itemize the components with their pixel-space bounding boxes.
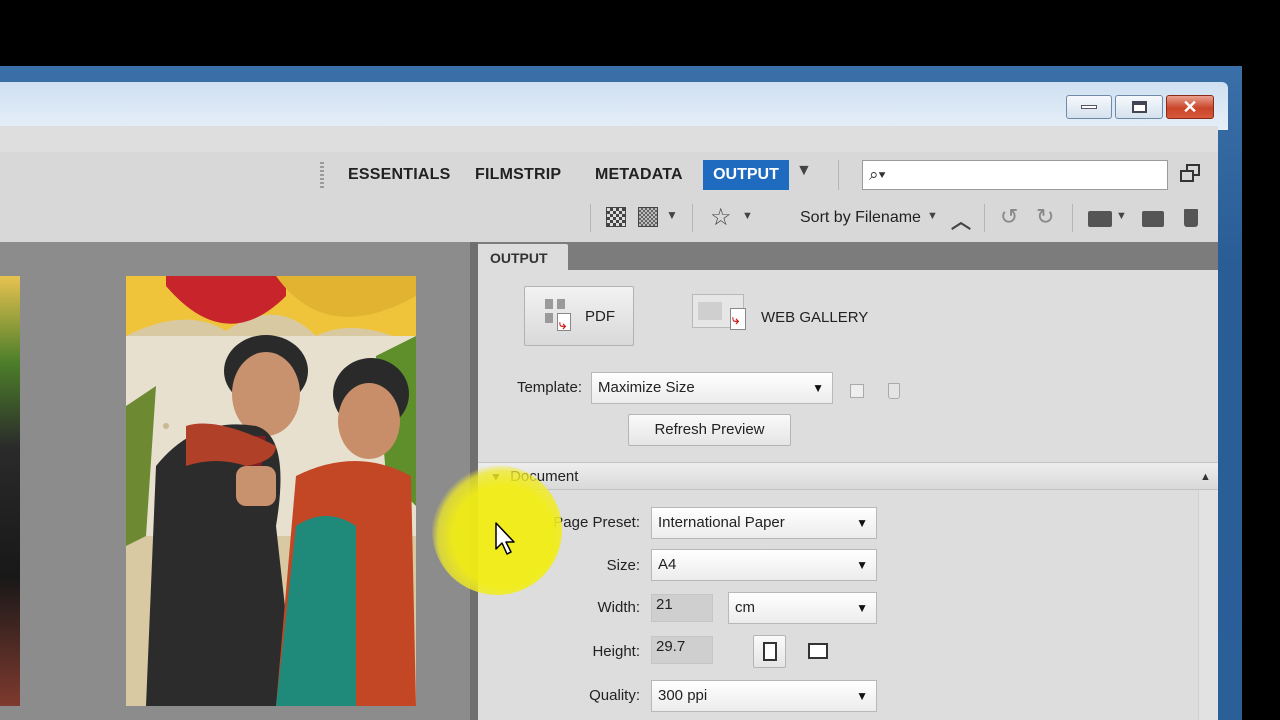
new-folder-icon[interactable]	[1142, 211, 1164, 227]
web-gallery-button[interactable]: ⤷ WEB GALLERY	[690, 286, 890, 346]
template-dropdown[interactable]: Maximize Size ▼	[591, 372, 833, 404]
close-button[interactable]: ✕	[1166, 95, 1214, 119]
web-gallery-icon: ⤷	[692, 294, 750, 334]
save-template-icon[interactable]	[850, 384, 864, 398]
size-dropdown[interactable]: A4 ▼	[651, 549, 877, 581]
photo-thumbnail[interactable]	[126, 276, 416, 706]
dropdown-arrow-icon: ▼	[812, 381, 824, 395]
pdf-icon: ⤷	[545, 299, 573, 333]
dropdown-arrow-icon: ▼	[856, 516, 868, 530]
template-label: Template:	[516, 379, 582, 396]
landscape-icon	[808, 643, 828, 659]
mouse-cursor-icon	[495, 522, 515, 555]
minimize-button[interactable]	[1066, 95, 1112, 119]
couple-photo-image	[126, 276, 416, 706]
dropdown-arrow-icon: ▼	[856, 689, 868, 703]
unit-value: cm	[735, 599, 755, 616]
minimize-icon	[1081, 105, 1097, 109]
scroll-up-icon[interactable]: ▲	[1200, 463, 1211, 491]
divider	[984, 204, 985, 232]
search-icon: ⌕▾	[869, 165, 886, 184]
filter-dropdown-arrow-icon[interactable]: ▼	[742, 210, 753, 222]
height-label: Height:	[592, 643, 640, 660]
document-section-header[interactable]: ▼ Document ▲	[478, 462, 1218, 490]
thumbnail-quality-icon[interactable]	[638, 207, 658, 227]
scrollbar[interactable]	[1198, 490, 1218, 720]
maximize-icon	[1131, 101, 1147, 113]
divider	[838, 160, 839, 190]
output-panel-tab[interactable]: OUTPUT	[478, 244, 568, 272]
dropdown-arrow-icon: ▼	[856, 558, 868, 572]
output-panel-header	[478, 242, 1218, 270]
window-titlebar[interactable]	[0, 82, 1228, 130]
portrait-icon	[763, 642, 777, 661]
recent-folder-arrow-icon[interactable]: ▼	[1116, 210, 1127, 222]
open-recent-folder-icon[interactable]	[1088, 211, 1112, 227]
workspace-tab-output[interactable]: OUTPUT	[703, 160, 789, 190]
rotate-left-icon[interactable]: ↺	[1000, 204, 1018, 230]
width-field[interactable]: 21	[651, 594, 713, 622]
page-preset-value: International Paper	[658, 514, 785, 531]
maximize-button[interactable]	[1115, 95, 1163, 119]
quality-dropdown[interactable]: 300 ppi ▼	[651, 680, 877, 712]
divider	[1072, 204, 1073, 232]
web-gallery-label: WEB GALLERY	[761, 309, 869, 326]
thumbnail-partial[interactable]	[0, 276, 20, 706]
workspace-tab-metadata[interactable]: METADATA	[595, 162, 683, 188]
sort-ascending-icon[interactable]: ︿	[951, 205, 971, 234]
compact-mode-icon[interactable]	[1180, 164, 1202, 186]
rotate-right-icon[interactable]: ↻	[1036, 204, 1054, 230]
divider	[692, 204, 693, 232]
size-value: A4	[658, 556, 677, 573]
refresh-preview-button[interactable]: Refresh Preview	[628, 414, 791, 446]
quality-dropdown-arrow-icon[interactable]: ▼	[666, 208, 678, 222]
width-label: Width:	[597, 599, 640, 616]
pdf-label: PDF	[585, 308, 615, 325]
portrait-orientation-button[interactable]	[753, 635, 786, 668]
size-label: Size:	[606, 557, 640, 574]
template-value: Maximize Size	[598, 379, 695, 396]
grip-handle[interactable]	[320, 162, 324, 188]
landscape-orientation-button[interactable]	[806, 639, 830, 665]
quality-value: 300 ppi	[658, 687, 708, 704]
page-preset-dropdown[interactable]: International Paper ▼	[651, 507, 877, 539]
quality-preview-icon[interactable]	[606, 207, 626, 227]
workspace-tab-filmstrip[interactable]: FILMSTRIP	[475, 162, 561, 188]
search-input[interactable]: ⌕▾	[862, 160, 1168, 190]
unit-dropdown[interactable]: cm ▼	[728, 592, 877, 624]
pdf-button[interactable]: ⤷ PDF	[524, 286, 634, 346]
sort-dropdown-arrow-icon[interactable]: ▼	[927, 210, 938, 222]
delete-icon[interactable]	[1184, 209, 1198, 227]
workspace-menu-arrow-icon[interactable]: ▼	[796, 162, 812, 180]
divider	[590, 204, 591, 232]
close-icon: ✕	[1182, 96, 1198, 117]
sort-dropdown[interactable]: Sort by Filename	[800, 209, 921, 227]
workspace-tab-essentials[interactable]: ESSENTIALS	[348, 162, 450, 188]
delete-template-icon[interactable]	[888, 383, 900, 399]
height-field[interactable]: 29.7	[651, 636, 713, 664]
quality-label: Quality:	[589, 687, 640, 704]
dropdown-arrow-icon: ▼	[856, 601, 868, 615]
star-filter-icon[interactable]: ☆	[710, 203, 732, 232]
